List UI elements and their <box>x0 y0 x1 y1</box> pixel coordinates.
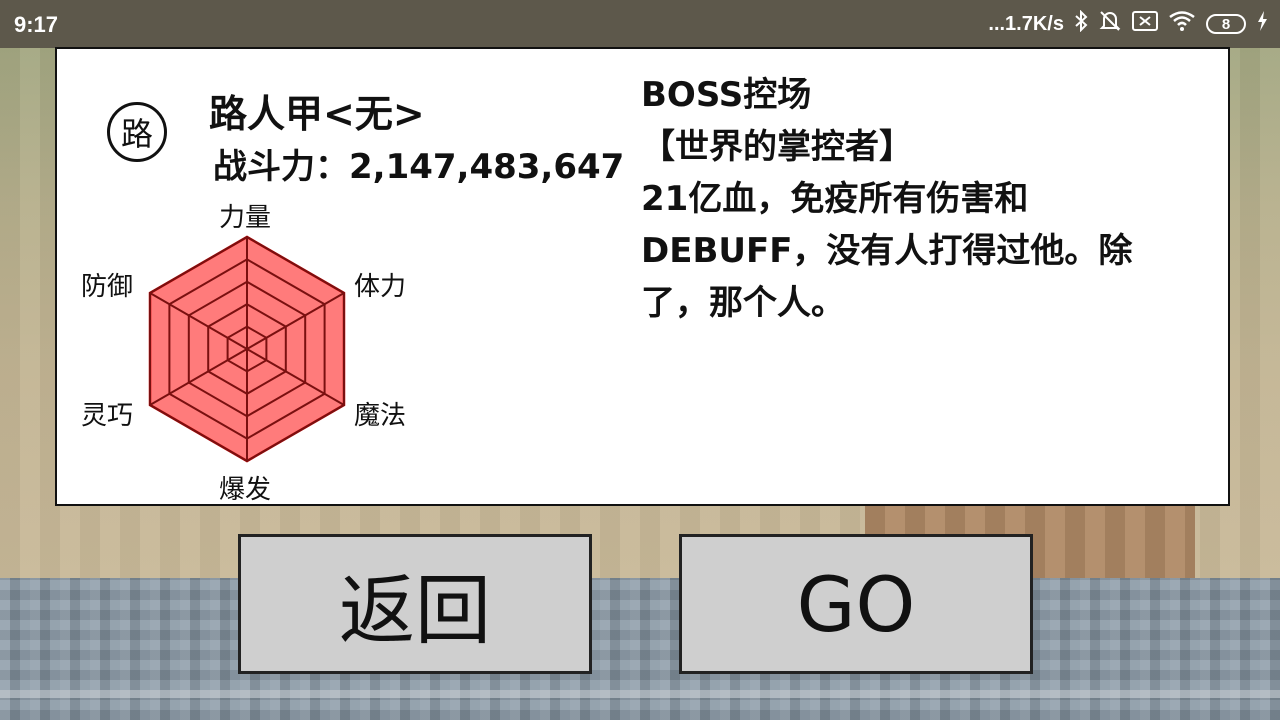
stat-label-defense: 防御 <box>81 272 134 302</box>
background-floor <box>0 578 1280 720</box>
charging-icon <box>1256 10 1268 38</box>
battery-icon: 8 <box>1206 14 1246 34</box>
background-floor-stripe <box>0 690 1280 698</box>
sim-icon <box>1132 11 1158 37</box>
go-button[interactable]: GO <box>679 534 1033 674</box>
wifi-icon <box>1168 11 1196 37</box>
character-name: 路人甲<无> <box>209 92 425 136</box>
stat-label-dexterity: 灵巧 <box>81 401 134 431</box>
mute-icon <box>1098 10 1122 38</box>
boss-type: BOSS控场 <box>641 75 812 115</box>
bluetooth-icon <box>1074 9 1088 38</box>
stat-label-burst: 爆发 <box>219 475 272 505</box>
stat-label-magic: 魔法 <box>354 401 407 431</box>
boss-description: BOSS控场 【世界的掌控者】 21亿血，免疫所有伤害和 DEBUFF，没有人打… <box>641 69 1211 329</box>
status-time: 9:17 <box>14 12 59 37</box>
character-info-panel: 路 路人甲<无> 战斗力：2,147,483,647 力量 体力 魔法 爆发 灵… <box>55 47 1230 506</box>
stat-label-strength: 力量 <box>219 203 272 233</box>
go-button-label: GO <box>796 559 916 649</box>
boss-desc-line-2: DEBUFF，没有人打得过他。除 <box>641 231 1133 271</box>
combat-power-value: 2,147,483,647 <box>349 147 625 187</box>
status-icons: ...1.7K/s 8 <box>988 9 1268 38</box>
combat-power-label: 战斗力： <box>213 147 349 187</box>
back-button-label: 返回 <box>339 566 491 655</box>
stats-radar-chart <box>148 235 346 463</box>
character-avatar: 路 <box>107 102 167 162</box>
combat-power: 战斗力：2,147,483,647 <box>213 139 624 188</box>
boss-desc-line-3: 了，那个人。 <box>641 283 845 323</box>
back-button[interactable]: 返回 <box>238 534 592 674</box>
network-speed: ...1.7K/s <box>988 12 1064 35</box>
boss-title: 【世界的掌控者】 <box>641 127 913 167</box>
status-bar: 9:17 ...1.7K/s 8 <box>0 0 1280 48</box>
boss-desc-line-1: 21亿血，免疫所有伤害和 <box>641 179 1029 219</box>
battery-level: 8 <box>1221 15 1231 33</box>
avatar-glyph: 路 <box>120 115 153 153</box>
stat-label-stamina: 体力 <box>354 272 407 302</box>
